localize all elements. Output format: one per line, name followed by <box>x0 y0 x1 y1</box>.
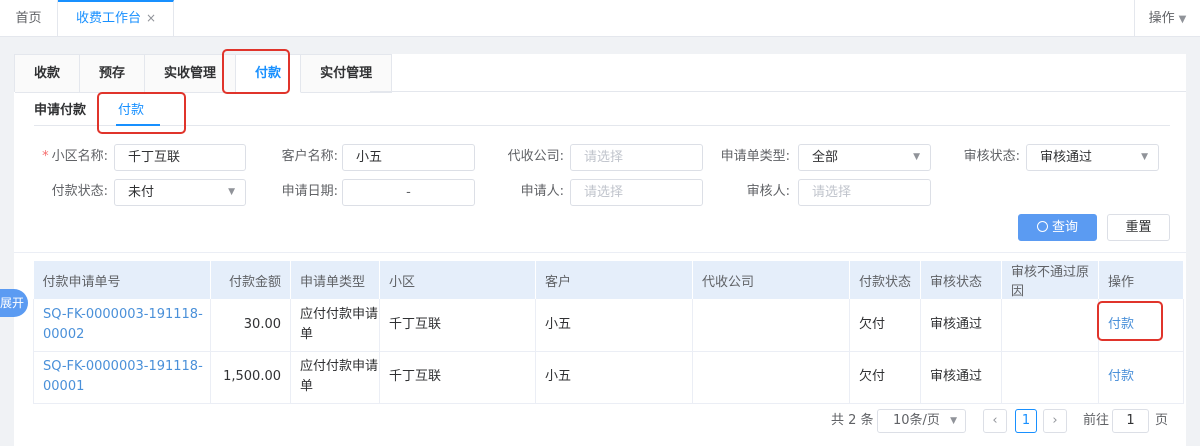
column-header: 付款金额 <box>210 261 291 299</box>
caret-down-icon: ▼ <box>228 187 235 197</box>
type-cell: 应付付款申请单 <box>290 351 380 404</box>
auditor-label: 审核人: <box>746 184 790 199</box>
amount-cell: 1,500.00 <box>210 351 291 404</box>
tab-billing-workbench[interactable]: 收费工作台 × <box>58 0 174 37</box>
highlight-box-payment-tab <box>222 49 290 94</box>
highlight-box-pay-action <box>1097 301 1163 341</box>
audit-status-cell: 审核通过 <box>920 299 1002 352</box>
page-size-value: 10条/页 <box>893 413 940 428</box>
tab-prepay[interactable]: 预存 <box>80 55 146 93</box>
table-row: SQ-FK-0000003-191118-00002 30.00 应付付款申请单… <box>33 299 1184 352</box>
search-button[interactable]: 查询 <box>1018 214 1097 241</box>
amount-cell: 30.00 <box>210 299 291 352</box>
next-page-button[interactable]: › <box>1043 409 1067 433</box>
collector-select[interactable]: 请选择 <box>570 144 703 171</box>
caret-down-icon: ▼ <box>913 152 920 162</box>
community-input[interactable]: 千丁互联 <box>114 144 246 171</box>
app-type-value: 全部 <box>812 150 839 165</box>
collector-label: 代收公司: <box>507 149 564 164</box>
type-cell: 应付付款申请单 <box>290 299 380 352</box>
page-suffix: 页 <box>1155 413 1169 428</box>
column-header: 审核状态 <box>920 261 1002 299</box>
customer-cell: 小五 <box>535 299 693 352</box>
pay-status-cell: 欠付 <box>849 351 921 404</box>
pagination-total: 共 2 条 <box>831 413 874 428</box>
column-header: 小区 <box>379 261 536 299</box>
caret-down-icon: ▼ <box>950 416 957 426</box>
pay-status-select[interactable]: 未付 ▼ <box>114 179 246 206</box>
prev-page-button[interactable]: ‹ <box>983 409 1007 433</box>
main-panel: 收款 预存 实收管理 付款 实付管理 申请付款 付款 * 小区名称: 千丁互联 客… <box>14 54 1186 446</box>
search-button-label: 查询 <box>1051 220 1078 235</box>
main-tabs: 收款 预存 实收管理 付款 实付管理 <box>14 54 393 93</box>
subtab-apply-payment[interactable]: 申请付款 <box>34 99 86 118</box>
apply-date-label: 申请日期: <box>281 184 338 199</box>
reject-reason-cell <box>1001 351 1099 404</box>
app-type-select[interactable]: 全部 ▼ <box>798 144 931 171</box>
search-icon <box>1036 221 1048 232</box>
customer-input[interactable]: 小五 <box>342 144 475 171</box>
goto-page-input[interactable]: 1 <box>1112 409 1149 433</box>
pay-status-label: 付款状态: <box>51 184 108 199</box>
required-mark: * <box>42 149 49 164</box>
page-size-select[interactable]: 10条/页 ▼ <box>877 409 966 433</box>
column-header: 付款申请单号 <box>33 261 211 299</box>
pay-status-value: 未付 <box>128 185 155 200</box>
reject-reason-cell <box>1001 299 1099 352</box>
audit-status-label: 审核状态: <box>963 149 1020 164</box>
expand-toggle-button[interactable]: 展开 <box>0 289 28 317</box>
payment-table: 付款申请单号 付款金额 申请单类型 小区 客户 代收公司 付款状态 审核状态 审… <box>33 261 1184 404</box>
column-header: 付款状态 <box>849 261 921 299</box>
goto-label: 前往 <box>1083 413 1110 428</box>
table-row: SQ-FK-0000003-191118-00001 1,500.00 应付付款… <box>33 351 1184 404</box>
tab-collect[interactable]: 收款 <box>15 55 81 93</box>
operations-menu-label: 操作 <box>1148 11 1175 26</box>
pay-action-link[interactable]: 付款 <box>1098 351 1184 404</box>
customer-label: 客户名称: <box>281 149 338 164</box>
page-number-current[interactable]: 1 <box>1015 409 1037 433</box>
tab-home[interactable]: 首页 <box>0 0 58 37</box>
applicant-select[interactable]: 请选择 <box>570 179 703 206</box>
collector-cell <box>692 299 850 352</box>
chevron-left-icon: ‹ <box>992 413 998 428</box>
reset-button[interactable]: 重置 <box>1107 214 1170 241</box>
column-header: 审核不通过原因 <box>1001 261 1099 299</box>
caret-down-icon: ▼ <box>1141 152 1148 162</box>
tab-payout-mgmt[interactable]: 实付管理 <box>301 55 393 93</box>
close-icon[interactable]: × <box>146 2 156 35</box>
operations-menu[interactable]: 操作 ▼ <box>1134 0 1200 37</box>
apply-date-range[interactable]: - <box>342 179 475 206</box>
request-id-link[interactable]: SQ-FK-0000003-191118-00002 <box>33 299 211 352</box>
community-cell: 千丁互联 <box>379 299 536 352</box>
column-header: 申请单类型 <box>290 261 380 299</box>
app-type-label: 申请单类型: <box>720 149 790 164</box>
pay-status-cell: 欠付 <box>849 299 921 352</box>
audit-status-cell: 审核通过 <box>920 351 1002 404</box>
applicant-label: 申请人: <box>520 184 564 199</box>
auditor-select[interactable]: 请选择 <box>798 179 931 206</box>
customer-cell: 小五 <box>535 351 693 404</box>
collector-cell <box>692 351 850 404</box>
tab-billing-workbench-label: 收费工作台 <box>76 11 142 26</box>
highlight-box-payment-subtab <box>97 92 186 134</box>
chevron-right-icon: › <box>1052 413 1058 428</box>
audit-status-value: 审核通过 <box>1040 150 1093 165</box>
sub-tabs: 申请付款 付款 <box>34 92 1170 126</box>
community-label: * 小区名称: <box>38 144 108 170</box>
top-tab-bar: 首页 收费工作台 × 操作 ▼ <box>0 0 1200 37</box>
column-header: 代收公司 <box>692 261 850 299</box>
community-cell: 千丁互联 <box>379 351 536 404</box>
audit-status-select[interactable]: 审核通过 ▼ <box>1026 144 1159 171</box>
community-label-text: 小区名称: <box>51 149 108 164</box>
chevron-down-icon: ▼ <box>1178 14 1187 25</box>
request-id-link[interactable]: SQ-FK-0000003-191118-00001 <box>33 351 211 404</box>
column-header: 客户 <box>535 261 693 299</box>
section-divider <box>14 252 1186 253</box>
table-header-row: 付款申请单号 付款金额 申请单类型 小区 客户 代收公司 付款状态 审核状态 审… <box>33 261 1184 299</box>
column-header: 操作 <box>1098 261 1184 299</box>
